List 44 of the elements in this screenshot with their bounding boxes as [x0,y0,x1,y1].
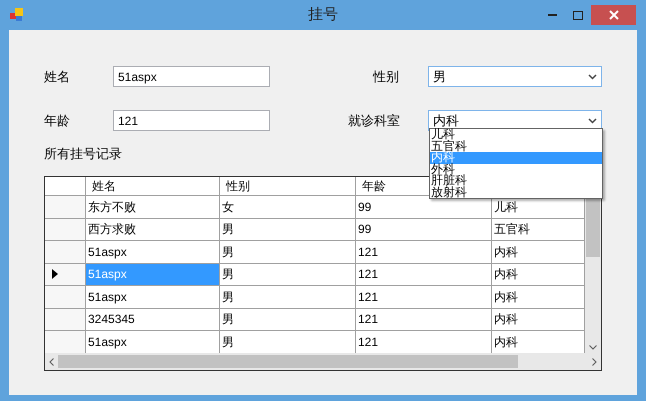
horizontal-scrollbar[interactable] [45,353,601,370]
scroll-left-icon [49,358,54,366]
row-header[interactable] [45,264,86,285]
table-cell: 男 [220,218,356,240]
scroll-down-icon [589,345,597,350]
table-cell: 男 [220,264,356,285]
field-label: 就诊科室 [348,112,401,130]
age-field[interactable]: 121 [113,110,270,131]
table-cell: 51aspx [86,286,220,308]
table-cell: 3245345 [86,308,220,330]
dropdown-option[interactable]: 外科 [430,164,602,175]
records-label: 所有挂号记录 [44,145,122,163]
maximize-icon [573,10,583,20]
table-cell: 东方不败 [86,196,220,218]
field-label: 性别 [373,68,400,86]
name-field[interactable]: 51aspx [113,66,270,87]
table-cell: 男 [220,308,356,330]
table-cell: 51aspx [86,264,220,285]
table-cell: 男 [220,241,356,262]
app-icon [10,8,24,22]
gender-dropdown[interactable]: 男 [428,66,602,87]
field-label: 姓名 [44,68,71,86]
table-cell: 99 [356,218,492,240]
field-label: 年龄 [44,112,71,130]
current-row-icon [52,269,58,280]
dropdown-option[interactable]: 五官科 [430,140,602,152]
table-cell: 121 [356,264,492,285]
column-header[interactable]: 性别 [220,177,356,195]
table-cell: 女 [220,196,356,218]
table-cell: 西方求败 [86,218,220,240]
window-title: 挂号 [308,4,338,25]
chevron-down-icon [588,118,597,124]
scroll-right-icon [592,358,597,366]
minimize-icon [548,14,556,16]
dropdown-option[interactable]: 儿科 [430,129,602,140]
table-cell: 121 [356,241,492,262]
column-header[interactable]: 姓名 [86,177,220,195]
table-cell: 121 [356,308,492,330]
table-cell: 121 [356,286,492,308]
table-cell: 男 [220,286,356,308]
table-cell: 51aspx [86,241,220,262]
close-button[interactable] [591,5,636,25]
chevron-down-icon [588,74,597,80]
close-icon [608,10,618,20]
